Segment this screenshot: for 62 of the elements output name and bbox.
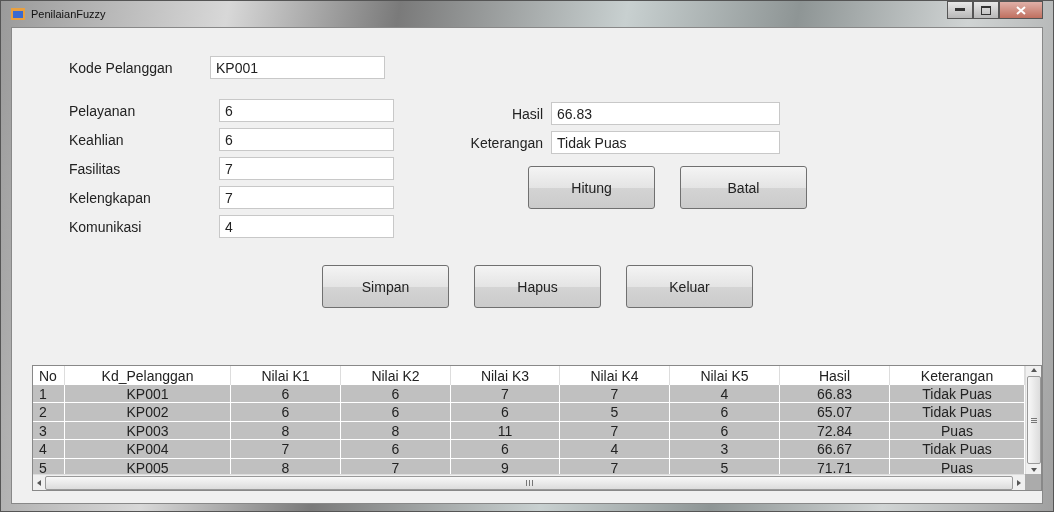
table-cell: 7	[231, 440, 341, 459]
input-field[interactable]: 7	[219, 157, 394, 180]
minimize-button[interactable]	[947, 1, 973, 19]
table-cell: 6	[341, 440, 451, 459]
maximize-icon	[981, 5, 991, 15]
input-field[interactable]: 66.83	[551, 102, 780, 125]
column-header[interactable]: Nilai K5	[670, 366, 780, 386]
column-header[interactable]: Nilai K1	[231, 366, 341, 386]
column-header[interactable]: No	[33, 366, 65, 386]
column-header[interactable]: Keterangan	[890, 366, 1025, 386]
close-button[interactable]	[999, 1, 1043, 19]
action-button[interactable]: Hitung	[528, 166, 655, 209]
table-cell: KP004	[65, 440, 231, 459]
action-button[interactable]: Keluar	[626, 265, 753, 308]
horizontal-scrollbar[interactable]	[33, 474, 1025, 490]
field-label: Keterangan	[469, 134, 543, 151]
grip-icon	[525, 479, 533, 486]
table-cell: 4	[33, 440, 65, 459]
field-label: Komunikasi	[69, 218, 143, 235]
grip-icon	[1030, 417, 1037, 423]
table-cell: 65.07	[780, 403, 890, 422]
input-field[interactable]: KP001	[210, 56, 385, 79]
field-label: Hasil	[510, 105, 543, 122]
minimize-icon	[955, 8, 965, 12]
field-label: Pelayanan	[69, 102, 137, 119]
window-title: PenilaianFuzzy	[31, 8, 106, 20]
column-header[interactable]: Hasil	[780, 366, 890, 386]
action-button[interactable]: Simpan	[322, 265, 449, 308]
field-label: Fasilitas	[69, 160, 122, 177]
column-header[interactable]: Kd_Pelanggan	[65, 366, 231, 386]
table-cell: Tidak Puas	[890, 440, 1025, 459]
table-cell: Tidak Puas	[890, 403, 1025, 422]
vertical-scrollbar[interactable]	[1025, 366, 1041, 474]
table-cell: 6	[670, 403, 780, 422]
column-header[interactable]: Nilai K2	[341, 366, 451, 386]
table-cell: 6	[451, 403, 560, 422]
field-label: Kelengkapan	[69, 189, 152, 206]
input-field[interactable]: 7	[219, 186, 394, 209]
table-cell: 6	[341, 403, 451, 422]
down-arrow-icon[interactable]	[1029, 466, 1038, 474]
table-cell: 66.67	[780, 440, 890, 459]
maximize-button[interactable]	[973, 1, 999, 19]
table-cell: 6	[231, 403, 341, 422]
action-button[interactable]: Batal	[680, 166, 807, 209]
input-field[interactable]: Tidak Puas	[551, 131, 780, 154]
field-label: Kode Pelanggan	[69, 59, 174, 76]
up-arrow-icon[interactable]	[1029, 366, 1038, 374]
input-field[interactable]: 6	[219, 99, 394, 122]
table-cell: 2	[33, 403, 65, 422]
field-label: Keahlian	[69, 131, 125, 148]
table-cell: 6	[451, 440, 560, 459]
table-cell: 4	[560, 440, 670, 459]
action-button[interactable]: Hapus	[474, 265, 601, 308]
input-field[interactable]: 6	[219, 128, 394, 151]
table-cell: KP002	[65, 403, 231, 422]
input-field[interactable]: 4	[219, 215, 394, 238]
column-header[interactable]: Nilai K3	[451, 366, 560, 386]
table-cell: 3	[670, 440, 780, 459]
table-cell: 5	[560, 403, 670, 422]
close-icon	[1016, 5, 1026, 15]
app-icon	[11, 8, 25, 20]
column-header[interactable]: Nilai K4	[560, 366, 670, 386]
